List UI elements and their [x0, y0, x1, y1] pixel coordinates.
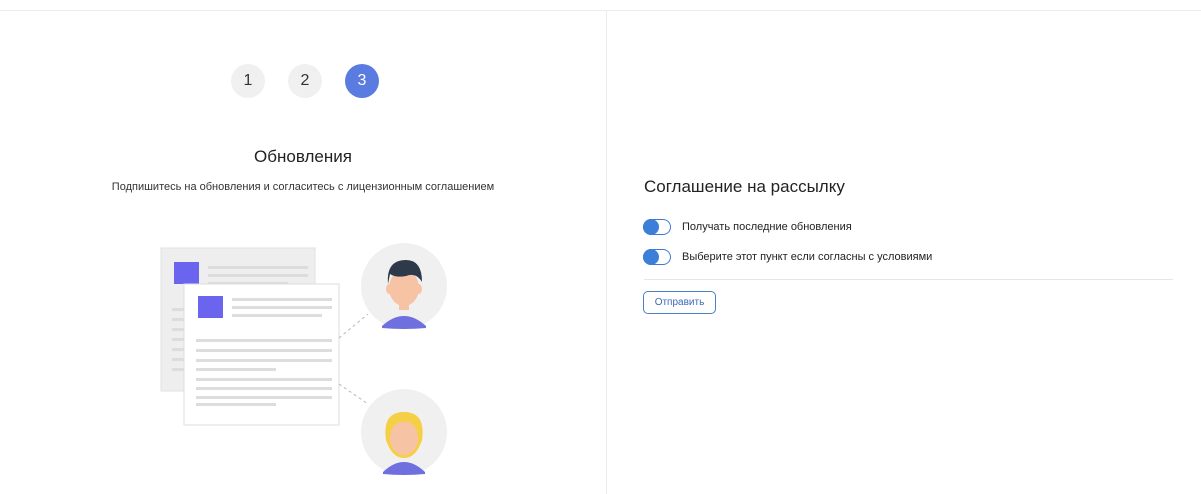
form-title: Соглашение на рассылку — [644, 177, 845, 196]
connector-line — [338, 313, 369, 339]
step-1[interactable]: 1 — [231, 64, 265, 98]
step-3-active[interactable]: 3 — [345, 64, 379, 98]
male-avatar — [361, 243, 447, 329]
front-document — [183, 283, 340, 426]
toggle-terms[interactable] — [643, 249, 671, 265]
wizard-right-panel: Соглашение на рассылку Получать последни… — [607, 11, 1201, 494]
step-description: Подпишитесь на обновления и согласитесь … — [111, 181, 495, 193]
toggle-row-terms: Выберите этот пункт если согласны с усло… — [643, 249, 932, 265]
toggle-terms-label: Выберите этот пункт если согласны с усло… — [682, 251, 933, 263]
toggle-row-updates: Получать последние обновления — [643, 219, 852, 235]
toggle-updates[interactable] — [643, 219, 671, 235]
submit-button[interactable]: Отправить — [643, 291, 716, 314]
female-avatar — [361, 389, 447, 475]
page: 1 2 3 Обновления Подпишитесь на обновлен… — [0, 0, 1201, 494]
doc-square-icon — [174, 262, 199, 284]
connector-line — [338, 383, 369, 405]
step-title: Обновления — [254, 147, 352, 166]
step-2[interactable]: 2 — [288, 64, 322, 98]
documents-users-illustration — [160, 243, 447, 475]
doc-square-icon — [198, 296, 223, 318]
toggle-knob — [643, 249, 659, 265]
toggle-knob — [643, 219, 659, 235]
toggle-updates-label: Получать последние обновления — [682, 221, 852, 233]
stepper: 1 2 3 — [231, 64, 379, 98]
wizard-left-panel: 1 2 3 Обновления Подпишитесь на обновлен… — [0, 11, 606, 494]
form-separator — [644, 279, 1173, 280]
